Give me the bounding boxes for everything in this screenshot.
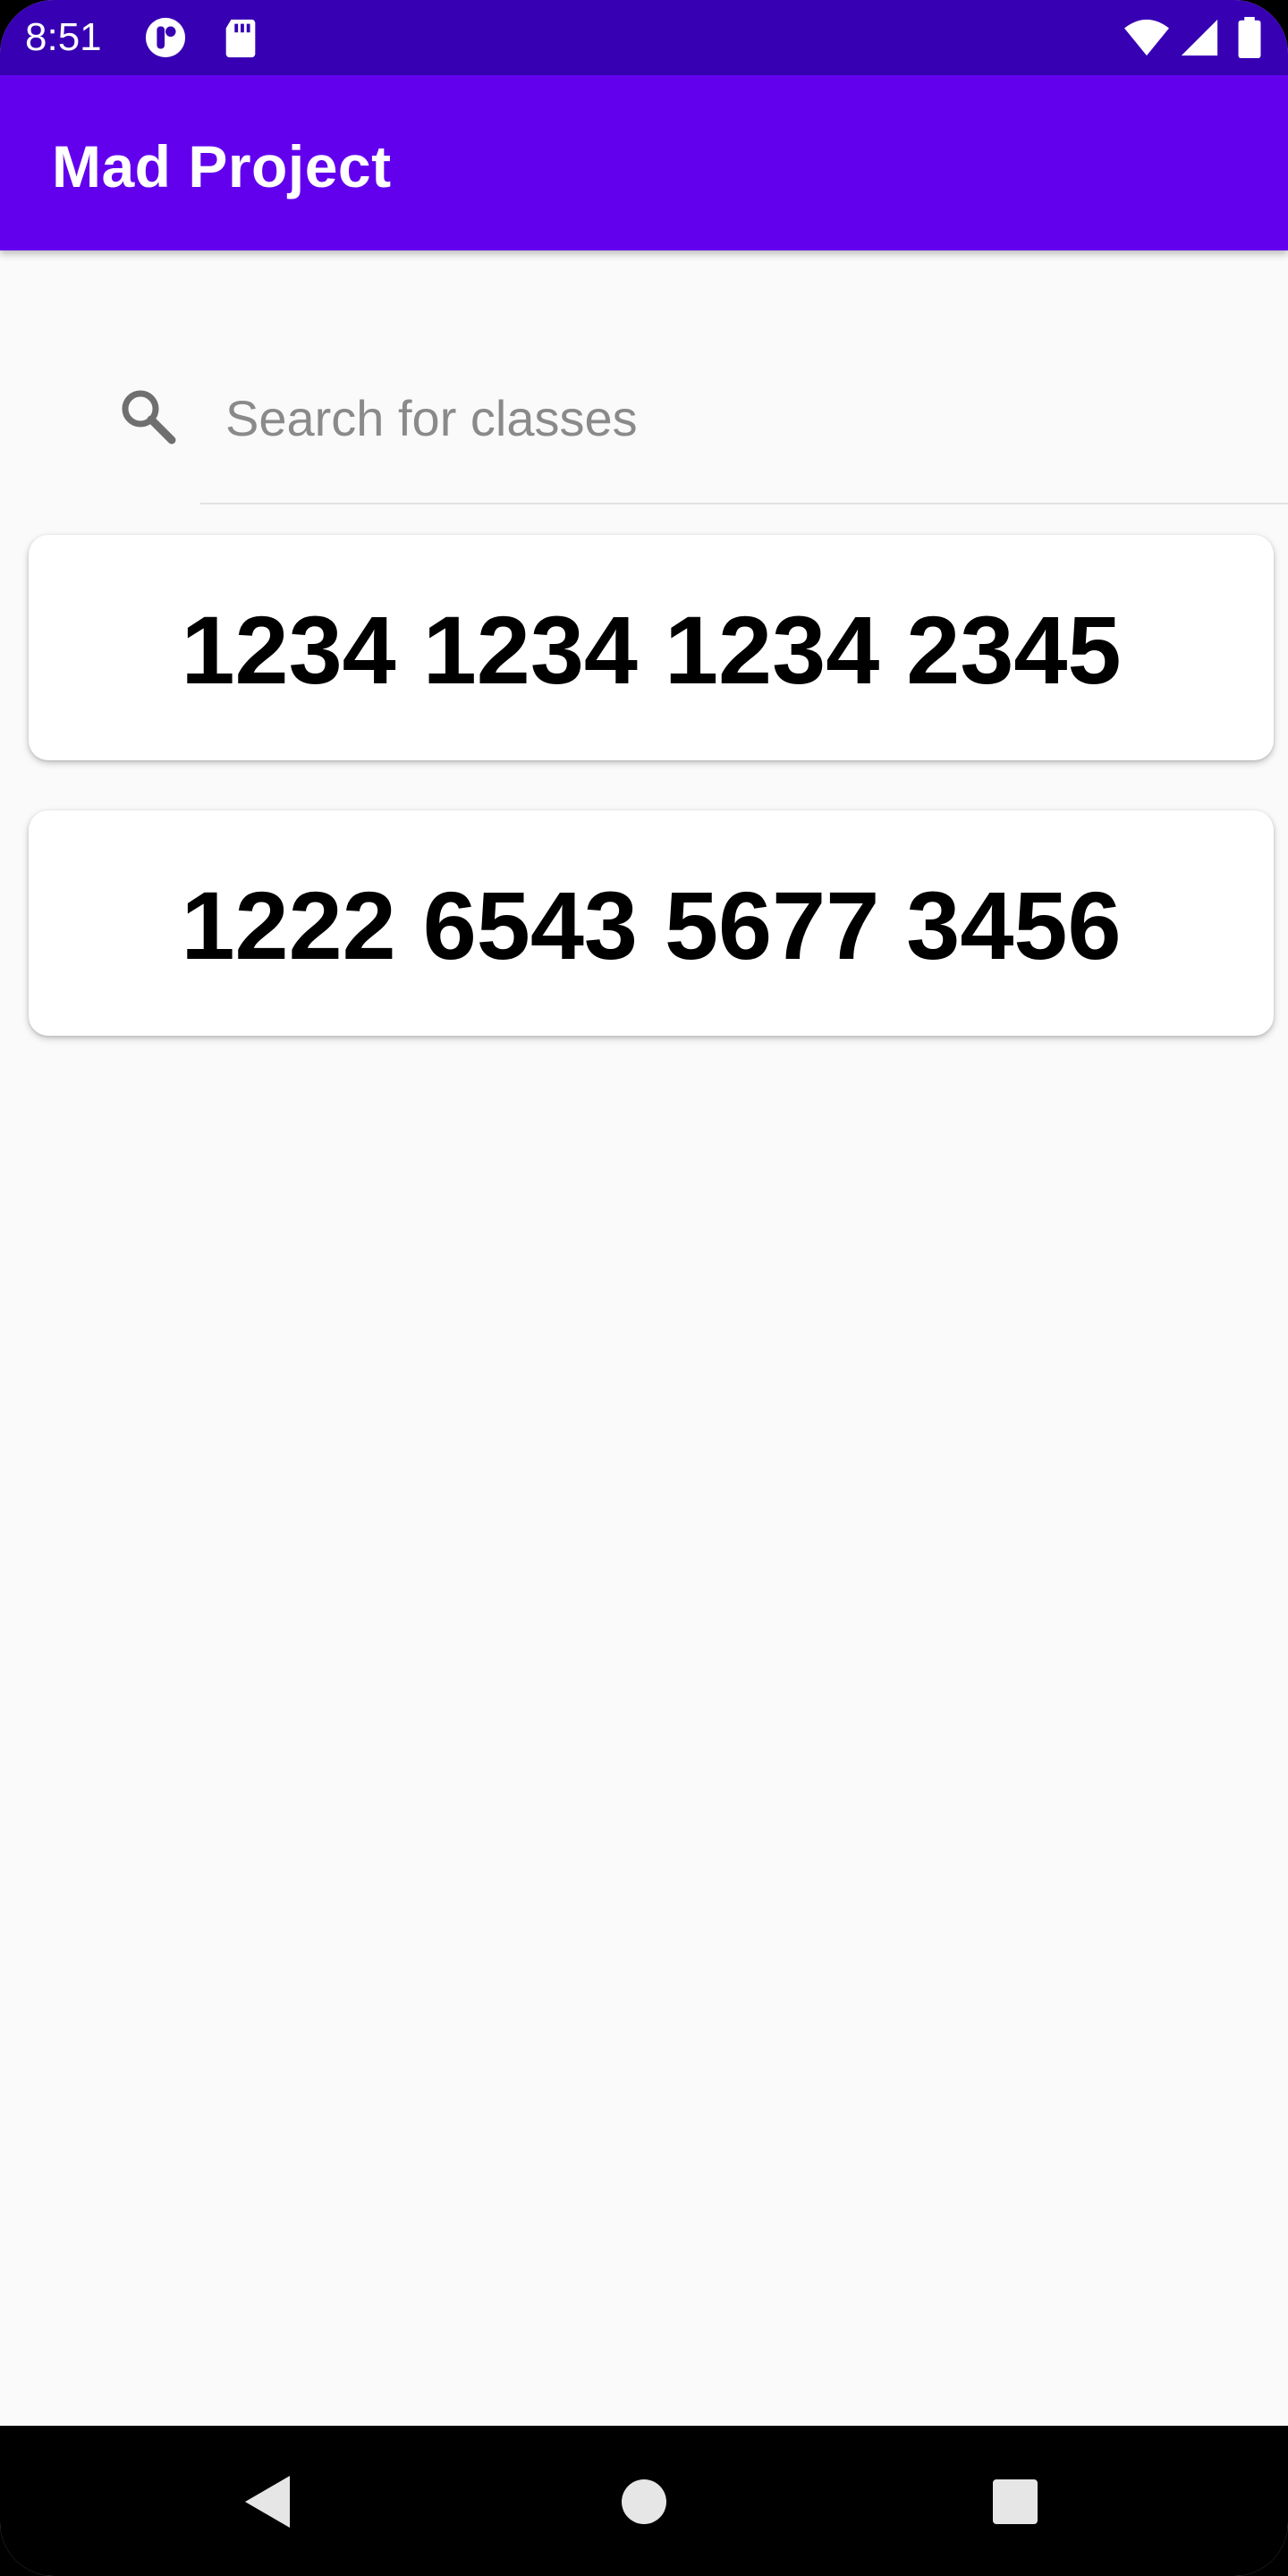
wifi-icon [1124, 19, 1169, 56]
status-bar: 8:51 [0, 0, 1288, 75]
battery-icon [1238, 16, 1261, 59]
card-item[interactable]: 1222 6543 5677 3456 [29, 810, 1274, 1036]
card-number: 1222 6543 5677 3456 [181, 870, 1122, 979]
back-icon[interactable] [231, 2462, 311, 2542]
sd-card-icon [225, 19, 256, 58]
search-bar[interactable] [107, 367, 1288, 504]
card-item[interactable]: 1234 1234 1234 2345 [29, 535, 1274, 760]
home-icon[interactable] [604, 2462, 684, 2542]
navigation-bar [0, 2426, 1288, 2576]
cell-signal-icon [1181, 19, 1218, 56]
search-underline [200, 503, 1288, 504]
app-bar: Mad Project [0, 75, 1288, 250]
app-title: Mad Project [52, 133, 392, 199]
notification-app-icon [145, 17, 186, 58]
status-time: 8:51 [25, 15, 102, 59]
app-screen: 8:51 Mad Project Search for classes 1234… [0, 0, 1288, 2576]
search-icon [122, 390, 176, 445]
recents-icon[interactable] [975, 2462, 1055, 2542]
card-number: 1234 1234 1234 2345 [181, 595, 1122, 704]
search-input[interactable] [225, 377, 1120, 458]
